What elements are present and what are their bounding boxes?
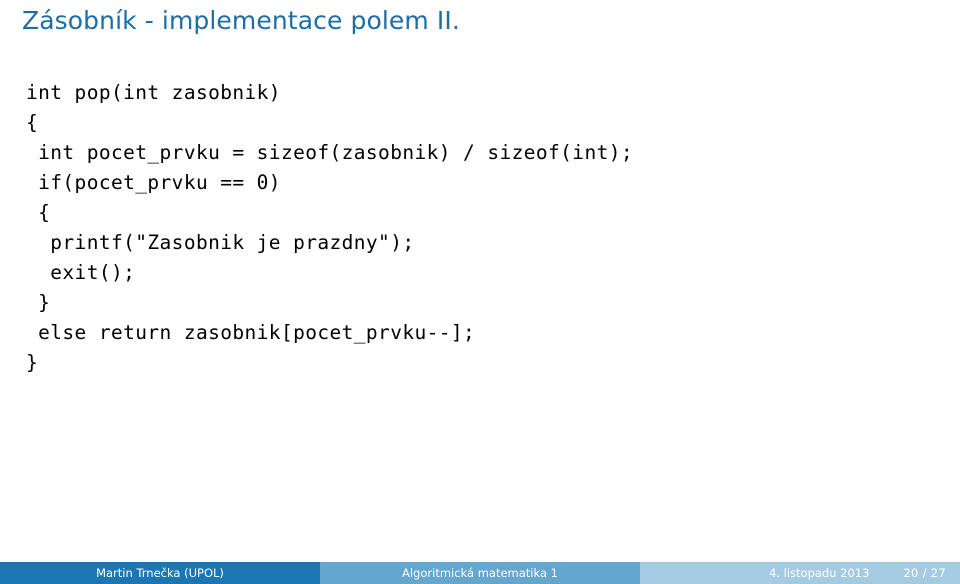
footer-date: 4. listopadu 2013 — [769, 566, 870, 580]
code-line: } — [26, 351, 39, 374]
code-line: else return zasobnik[pocet_prvku--]; — [26, 321, 476, 344]
code-line: } — [26, 291, 51, 314]
code-line: printf("Zasobnik je prazdny"); — [26, 231, 415, 254]
code-line: exit(); — [26, 261, 136, 284]
code-line: if(pocet_prvku == 0) — [26, 171, 281, 194]
slide-footer: Martin Trnečka (UPOL) Algoritmická matem… — [0, 562, 960, 584]
footer-meta: 4. listopadu 2013 20 / 27 — [640, 562, 960, 584]
code-line: int pop(int zasobnik) — [26, 81, 281, 104]
code-block: int pop(int zasobnik) { int pocet_prvku … — [26, 78, 926, 378]
page-title: Zásobník - implementace polem II. — [22, 6, 460, 35]
code-line: { — [26, 201, 51, 224]
footer-page-number: 20 / 27 — [903, 566, 946, 580]
footer-subject: Algoritmická matematika 1 — [320, 562, 640, 584]
code-line: int pocet_prvku = sizeof(zasobnik) / siz… — [26, 141, 633, 164]
footer-author: Martin Trnečka (UPOL) — [0, 562, 320, 584]
code-line: { — [26, 111, 39, 134]
presentation-slide: Zásobník - implementace polem II. int po… — [0, 0, 960, 584]
